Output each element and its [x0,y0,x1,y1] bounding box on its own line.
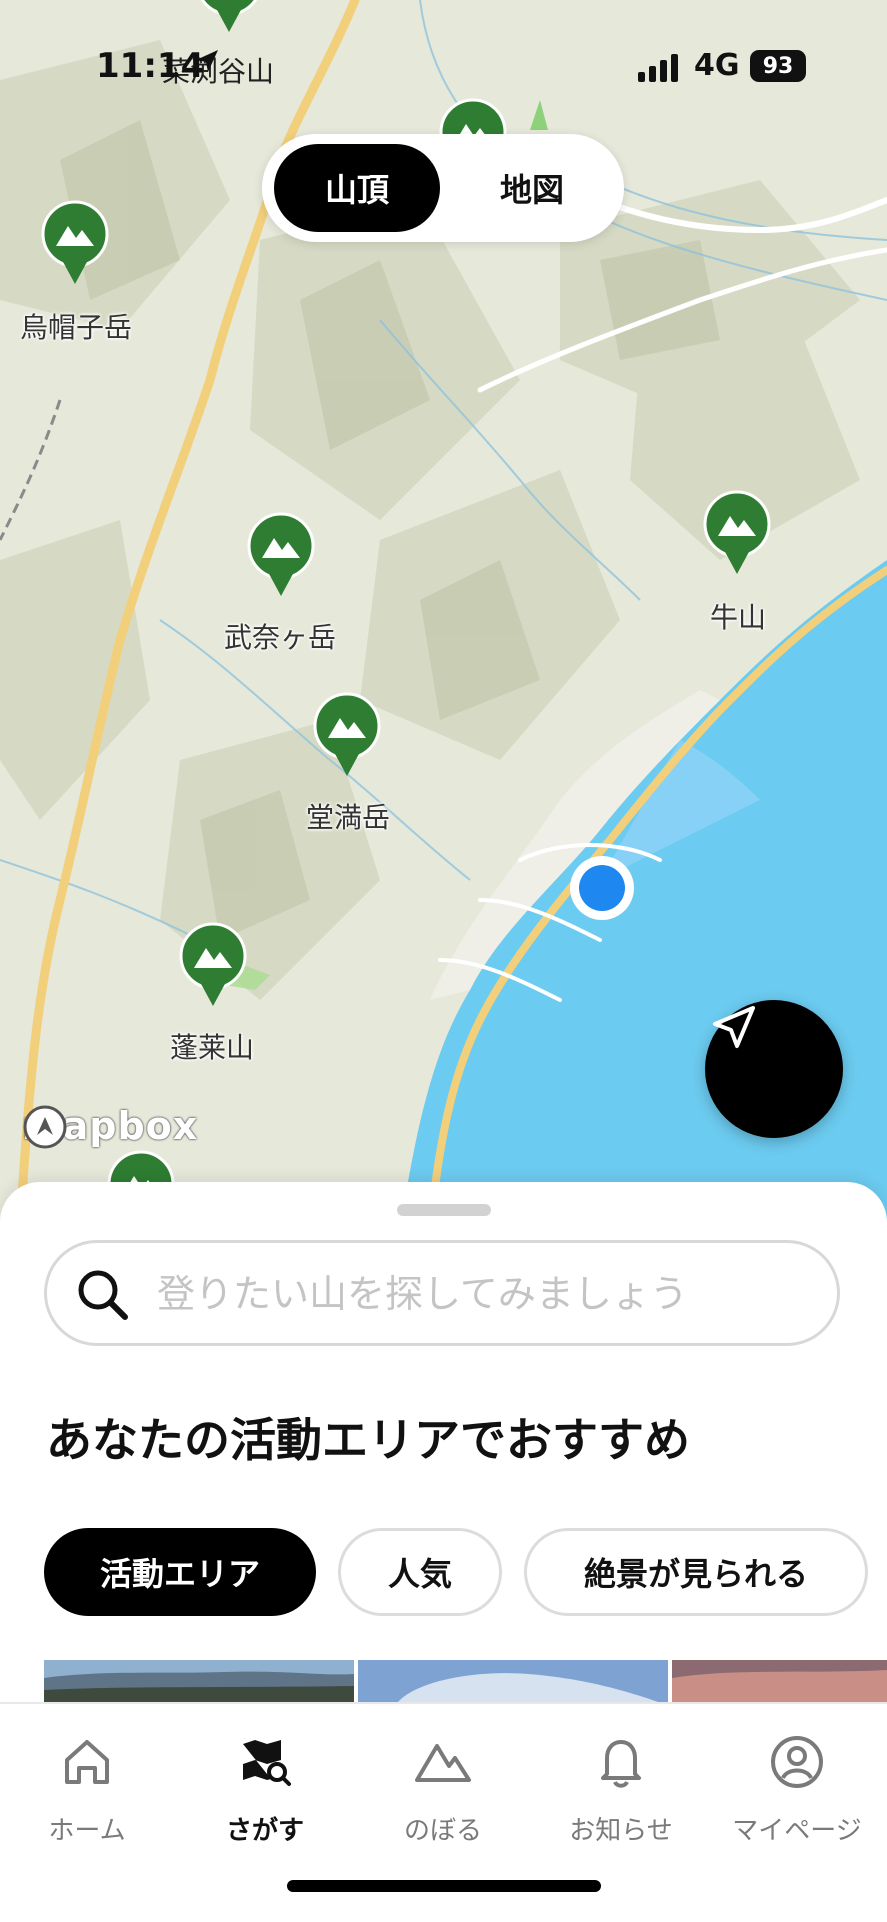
tab-label: お知らせ [569,1816,673,1846]
bell-icon [601,1740,641,1788]
chip-activity-area[interactable]: 活動エリア [44,1528,316,1616]
tab-label: マイページ [732,1816,862,1846]
chip-scenic[interactable]: 絶景が見られる [524,1528,868,1616]
user-icon [771,1736,823,1788]
peak-label: 蓬莱山 [169,1031,255,1064]
home-icon [65,1740,109,1784]
mapbox-attribution[interactable]: mapbox [22,1104,198,1149]
mapbox-logo-icon [23,1105,67,1149]
network-type: 4G [694,48,740,83]
mountain-pin-icon [179,922,247,1006]
home-indicator[interactable] [287,1880,601,1892]
recommendation-carousel[interactable] [44,1660,887,1702]
toggle-map[interactable]: 地図 [452,144,612,232]
tab-label: さがす [225,1816,304,1846]
tab-label: ホーム [48,1816,126,1846]
peak-label: 堂満岳 [305,801,391,834]
mountain-photo-thumbnail[interactable] [44,1660,354,1702]
bottom-sheet: あなたの活動エリアでおすすめ 活動エリア 人気 絶景が見られる [0,1182,887,1702]
tab-notifications[interactable]: お知らせ [546,1734,696,1854]
mountain-photo-thumbnail[interactable] [672,1660,887,1702]
toggle-summit[interactable]: 山頂 [274,144,440,232]
peak-pin[interactable] [40,200,110,286]
sheet-drag-handle[interactable] [397,1204,491,1216]
tab-mypage[interactable]: マイページ [722,1734,872,1854]
peak-pin[interactable] [312,692,382,778]
battery-indicator: 93 [750,50,806,82]
peak-pin[interactable] [702,490,772,576]
view-toggle: 山頂 地図 [262,134,624,242]
mountain-photo-thumbnail[interactable] [358,1660,668,1702]
search-input[interactable] [155,1261,799,1327]
status-time: 11:14 [96,46,205,86]
peak-label: 武奈ヶ岳 [223,621,337,654]
mountain-icon [415,1744,471,1782]
mountain-pin-icon [41,200,109,284]
mountain-pin-icon [247,512,315,596]
location-arrow-icon [196,50,218,72]
tab-climb[interactable]: のぼる [368,1734,518,1854]
status-bar: 菜渕谷山 11:14 4G 93 [0,0,887,130]
map-search-icon [243,1740,291,1786]
mountain-pin-icon [313,692,381,776]
chip-popular[interactable]: 人気 [338,1528,502,1616]
peak-label: 牛山 [709,601,767,634]
mountain-pin-icon [703,490,771,574]
peak-pin[interactable] [246,512,316,598]
tab-search[interactable]: さがす [190,1734,340,1854]
search-icon [78,1270,128,1320]
peak-label: 烏帽子岳 [19,311,133,344]
signal-icon [638,54,678,82]
tab-home[interactable]: ホーム [12,1734,162,1854]
navigation-arrow-icon [713,1006,755,1048]
locate-me-button[interactable] [705,1000,843,1138]
section-title: あなたの活動エリアでおすすめ [46,1413,690,1467]
peak-pin[interactable] [178,922,248,1008]
search-bar[interactable] [44,1240,840,1346]
tab-label: のぼる [403,1816,482,1846]
